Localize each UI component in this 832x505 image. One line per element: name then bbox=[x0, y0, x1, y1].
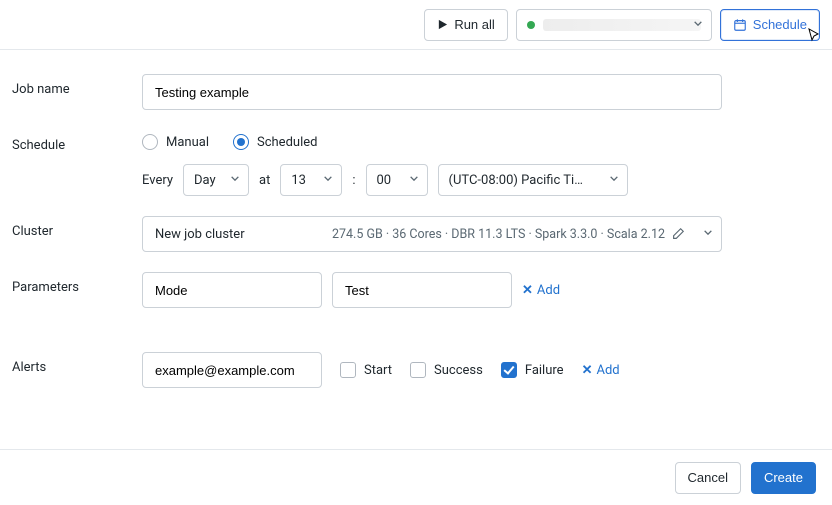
every-label: Every bbox=[142, 173, 173, 188]
minute-value: 00 bbox=[377, 173, 392, 188]
alert-start-checkbox[interactable]: Start bbox=[340, 362, 392, 378]
calendar-icon bbox=[733, 18, 747, 32]
create-label: Create bbox=[764, 470, 803, 485]
checkbox-icon bbox=[501, 362, 517, 378]
schedule-mode-manual-radio[interactable]: Manual bbox=[142, 134, 209, 150]
cluster-name: New job cluster bbox=[155, 227, 245, 242]
cancel-button[interactable]: Cancel bbox=[675, 462, 741, 494]
edit-icon[interactable] bbox=[671, 227, 685, 241]
chevron-down-icon bbox=[409, 174, 419, 184]
alert-success-checkbox[interactable]: Success bbox=[410, 362, 483, 378]
play-icon bbox=[437, 19, 448, 30]
radio-icon bbox=[233, 134, 249, 150]
schedule-mode-scheduled-radio[interactable]: Scheduled bbox=[233, 134, 317, 150]
checkbox-icon bbox=[410, 362, 426, 378]
compute-name-placeholder bbox=[543, 19, 701, 31]
alert-failure-label: Failure bbox=[525, 363, 564, 378]
parameter-value-input[interactable] bbox=[332, 272, 512, 308]
alert-start-label: Start bbox=[364, 363, 392, 378]
chevron-down-icon bbox=[703, 228, 713, 238]
cluster-label: Cluster bbox=[12, 216, 142, 239]
cluster-select[interactable]: New job cluster 274.5 GB · 36 Cores · DB… bbox=[142, 216, 722, 252]
parameter-add-link[interactable]: ✕ Add bbox=[522, 283, 560, 298]
radio-label-scheduled: Scheduled bbox=[257, 135, 317, 150]
status-dot-icon bbox=[527, 21, 535, 29]
compute-selector[interactable] bbox=[516, 9, 712, 41]
top-toolbar: Run all Schedule bbox=[0, 0, 832, 50]
radio-icon bbox=[142, 134, 158, 150]
create-button[interactable]: Create bbox=[751, 462, 816, 494]
alert-add-label: Add bbox=[596, 363, 619, 378]
hour-value: 13 bbox=[291, 173, 306, 188]
every-unit-select[interactable]: Day bbox=[183, 164, 249, 196]
minute-select[interactable]: 00 bbox=[366, 164, 428, 196]
checkbox-icon bbox=[340, 362, 356, 378]
job-name-label: Job name bbox=[12, 74, 142, 97]
parameters-label: Parameters bbox=[12, 272, 142, 295]
run-all-button[interactable]: Run all bbox=[424, 9, 507, 41]
cluster-meta: 274.5 GB · 36 Cores · DBR 11.3 LTS · Spa… bbox=[332, 227, 665, 242]
hour-select[interactable]: 13 bbox=[280, 164, 342, 196]
every-unit-value: Day bbox=[194, 173, 216, 188]
alert-email-input[interactable] bbox=[142, 352, 322, 388]
time-colon: : bbox=[352, 173, 355, 188]
radio-label-manual: Manual bbox=[166, 135, 209, 150]
alert-failure-checkbox[interactable]: Failure bbox=[501, 362, 564, 378]
dialog-footer: Cancel Create bbox=[0, 449, 832, 505]
plus-icon: ✕ bbox=[522, 283, 533, 298]
timezone-value: (UTC-08:00) Pacific Ti… bbox=[449, 173, 583, 188]
cancel-label: Cancel bbox=[688, 470, 728, 485]
schedule-button-label: Schedule bbox=[753, 17, 807, 32]
timezone-select[interactable]: (UTC-08:00) Pacific Ti… bbox=[438, 164, 628, 196]
schedule-button[interactable]: Schedule bbox=[720, 9, 820, 41]
job-name-input[interactable] bbox=[142, 74, 722, 110]
run-all-label: Run all bbox=[454, 17, 494, 32]
alerts-label: Alerts bbox=[12, 352, 142, 375]
plus-icon: ✕ bbox=[582, 363, 593, 378]
parameter-key-input[interactable] bbox=[142, 272, 322, 308]
alert-success-label: Success bbox=[434, 363, 483, 378]
at-label: at bbox=[259, 173, 270, 188]
parameter-add-label: Add bbox=[537, 283, 560, 298]
alert-add-link[interactable]: ✕ Add bbox=[582, 363, 620, 378]
chevron-down-icon bbox=[230, 174, 240, 184]
chevron-down-icon bbox=[323, 174, 333, 184]
chevron-down-icon bbox=[609, 174, 619, 184]
schedule-section-label: Schedule bbox=[12, 130, 142, 153]
